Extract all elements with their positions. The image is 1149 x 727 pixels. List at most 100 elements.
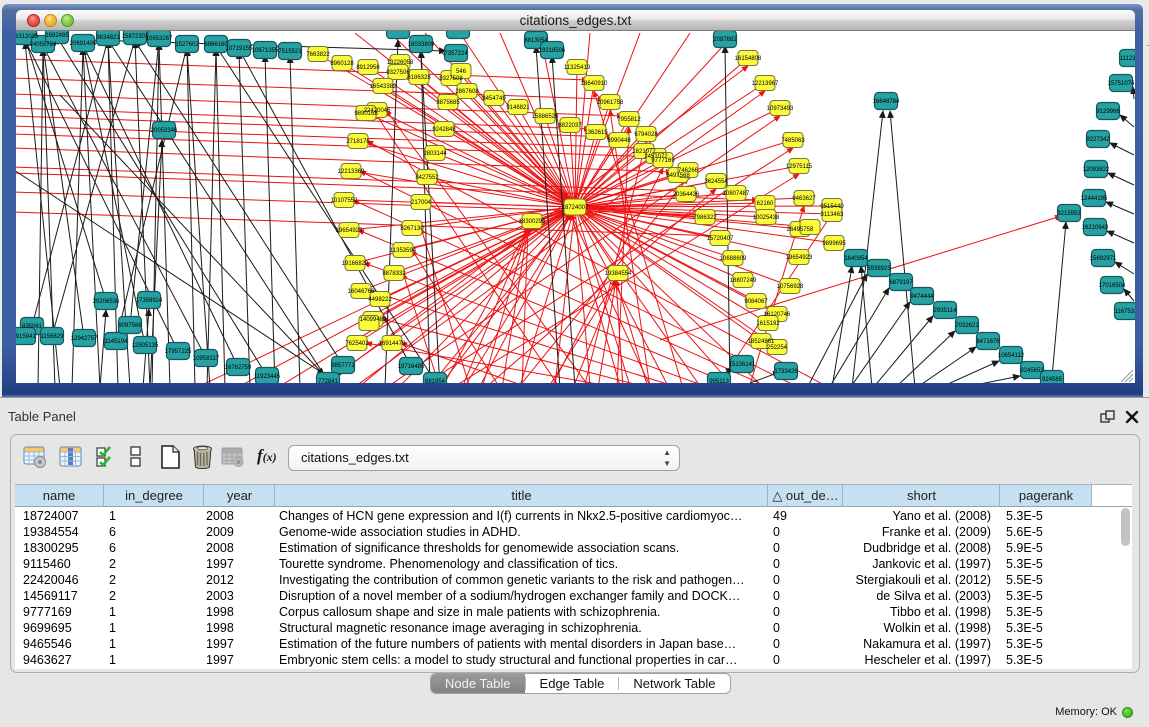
- svg-text:7357224: 7357224: [444, 51, 468, 57]
- svg-text:24055724: 24055724: [30, 42, 57, 48]
- svg-text:9245652: 9245652: [1020, 368, 1044, 374]
- svg-text:8878332: 8878332: [382, 271, 406, 277]
- svg-text:14099489: 14099489: [360, 317, 387, 323]
- svg-text:1167533: 1167533: [1115, 309, 1135, 315]
- svg-text:9474444: 9474444: [910, 294, 934, 300]
- svg-text:3113463: 3113463: [821, 212, 845, 218]
- svg-text:835061: 835061: [22, 324, 43, 330]
- svg-text:20206536: 20206536: [93, 299, 120, 305]
- svg-text:16543382: 16543382: [370, 84, 397, 90]
- svg-text:995113: 995113: [709, 379, 729, 383]
- svg-text:2087682: 2087682: [713, 37, 737, 43]
- svg-text:9463627: 9463627: [792, 196, 816, 202]
- svg-text:1615192: 1615192: [756, 321, 780, 327]
- svg-text:3875685: 3875685: [436, 100, 460, 106]
- svg-text:18807249: 18807249: [730, 278, 757, 284]
- svg-text:12093822: 12093822: [1083, 167, 1110, 173]
- svg-text:1362615: 1362615: [584, 130, 608, 136]
- svg-text:12213369: 12213369: [338, 169, 365, 175]
- svg-text:9084067: 9084067: [744, 299, 768, 305]
- svg-text:13226058: 13226058: [387, 60, 414, 66]
- svg-text:9242848: 9242848: [432, 127, 456, 133]
- svg-text:7663822: 7663822: [306, 52, 330, 58]
- svg-text:9327508: 9327508: [439, 76, 463, 82]
- svg-text:10025438: 10025438: [753, 215, 780, 221]
- svg-text:2803144: 2803144: [423, 151, 447, 157]
- svg-text:19716485: 19716485: [398, 364, 425, 370]
- svg-text:10961758: 10961758: [597, 100, 624, 106]
- svg-text:12942757: 12942757: [71, 336, 98, 342]
- svg-text:15886520: 15886520: [532, 114, 559, 120]
- svg-text:15720407: 15720407: [707, 236, 734, 242]
- svg-text:924565: 924565: [1042, 377, 1063, 383]
- svg-text:2935114: 2935114: [934, 308, 958, 314]
- svg-text:16210643: 16210643: [1082, 225, 1109, 231]
- svg-text:16120746: 16120746: [764, 312, 791, 318]
- svg-text:9097588: 9097588: [118, 323, 142, 329]
- svg-text:1733426: 1733426: [774, 369, 798, 375]
- svg-text:7485063: 7485063: [781, 138, 805, 144]
- svg-text:7986322: 7986322: [693, 215, 717, 221]
- svg-text:7955812: 7955812: [617, 117, 641, 123]
- svg-text:19218506: 19218506: [539, 48, 566, 54]
- svg-text:9899695: 9899695: [822, 241, 846, 247]
- svg-text:1527602: 1527602: [175, 42, 199, 48]
- svg-text:12213967: 12213967: [752, 81, 779, 87]
- svg-text:16914479: 16914479: [379, 341, 406, 347]
- svg-text:1640954: 1640954: [844, 256, 868, 262]
- svg-text:15692971: 15692971: [1090, 256, 1117, 262]
- svg-text:9890168: 9890168: [354, 111, 378, 117]
- svg-text:19166829: 19166829: [342, 261, 369, 267]
- svg-text:17016504: 17016504: [1099, 283, 1126, 289]
- svg-text:17957225: 17957225: [165, 349, 192, 355]
- svg-text:9227342: 9227342: [1086, 137, 1110, 143]
- svg-text:16782759: 16782759: [225, 365, 252, 371]
- svg-text:1156829: 1156829: [41, 334, 65, 340]
- svg-text:62160: 62160: [757, 201, 774, 207]
- svg-text:5938923: 5938923: [867, 266, 891, 272]
- svg-text:15136141: 15136141: [729, 362, 756, 368]
- svg-text:16154808: 16154808: [735, 56, 762, 62]
- svg-text:16648784: 16648784: [873, 99, 900, 105]
- svg-text:12505135: 12505135: [132, 343, 159, 349]
- svg-text:10688609: 10688609: [720, 256, 747, 262]
- svg-text:10671355: 10671355: [252, 48, 279, 54]
- svg-text:881954: 881954: [425, 379, 446, 383]
- svg-text:9777169: 9777169: [651, 158, 675, 164]
- svg-text:19384554: 19384554: [605, 271, 632, 277]
- svg-text:8813054: 8813054: [524, 38, 548, 44]
- svg-text:11325419: 11325419: [564, 65, 591, 71]
- svg-text:3215953: 3215953: [1057, 211, 1081, 217]
- svg-text:11353594: 11353594: [390, 248, 417, 254]
- svg-text:19654923: 19654923: [336, 228, 363, 234]
- svg-text:16046766: 16046766: [348, 289, 375, 295]
- svg-text:10653267: 10653267: [146, 36, 173, 42]
- svg-text:8912956: 8912956: [356, 65, 380, 71]
- svg-text:7032621: 7032621: [955, 323, 979, 329]
- svg-text:546: 546: [456, 69, 467, 75]
- svg-text:3624554: 3624554: [704, 179, 728, 185]
- svg-text:9515440: 9515440: [820, 204, 844, 210]
- svg-text:10958117: 10958117: [193, 356, 220, 362]
- svg-text:10654112: 10654112: [998, 353, 1025, 359]
- svg-text:4498222: 4498222: [368, 297, 392, 303]
- svg-text:8186328: 8186328: [407, 75, 431, 81]
- svg-text:20053346: 20053346: [151, 128, 178, 134]
- svg-text:10719155: 10719155: [226, 46, 253, 52]
- svg-text:10107552: 10107552: [331, 198, 358, 204]
- svg-text:746266: 746266: [678, 168, 699, 174]
- svg-text:2867608: 2867608: [455, 89, 479, 95]
- svg-text:12444195: 12444195: [1081, 196, 1108, 202]
- svg-text:17359924: 17359924: [136, 298, 163, 304]
- svg-text:8427552: 8427552: [415, 175, 439, 181]
- svg-text:20691406: 20691406: [70, 41, 97, 47]
- svg-text:2718176: 2718176: [346, 139, 370, 145]
- svg-text:15751074: 15751074: [1108, 81, 1135, 87]
- svg-text:10807487: 10807487: [723, 191, 750, 197]
- svg-text:3915941: 3915941: [16, 334, 36, 340]
- svg-text:10973493: 10973493: [767, 106, 794, 112]
- svg-text:217004: 217004: [411, 200, 432, 206]
- svg-text:252254: 252254: [767, 345, 788, 351]
- svg-text:6879197: 6879197: [889, 280, 913, 286]
- svg-text:18300295: 18300295: [519, 219, 546, 225]
